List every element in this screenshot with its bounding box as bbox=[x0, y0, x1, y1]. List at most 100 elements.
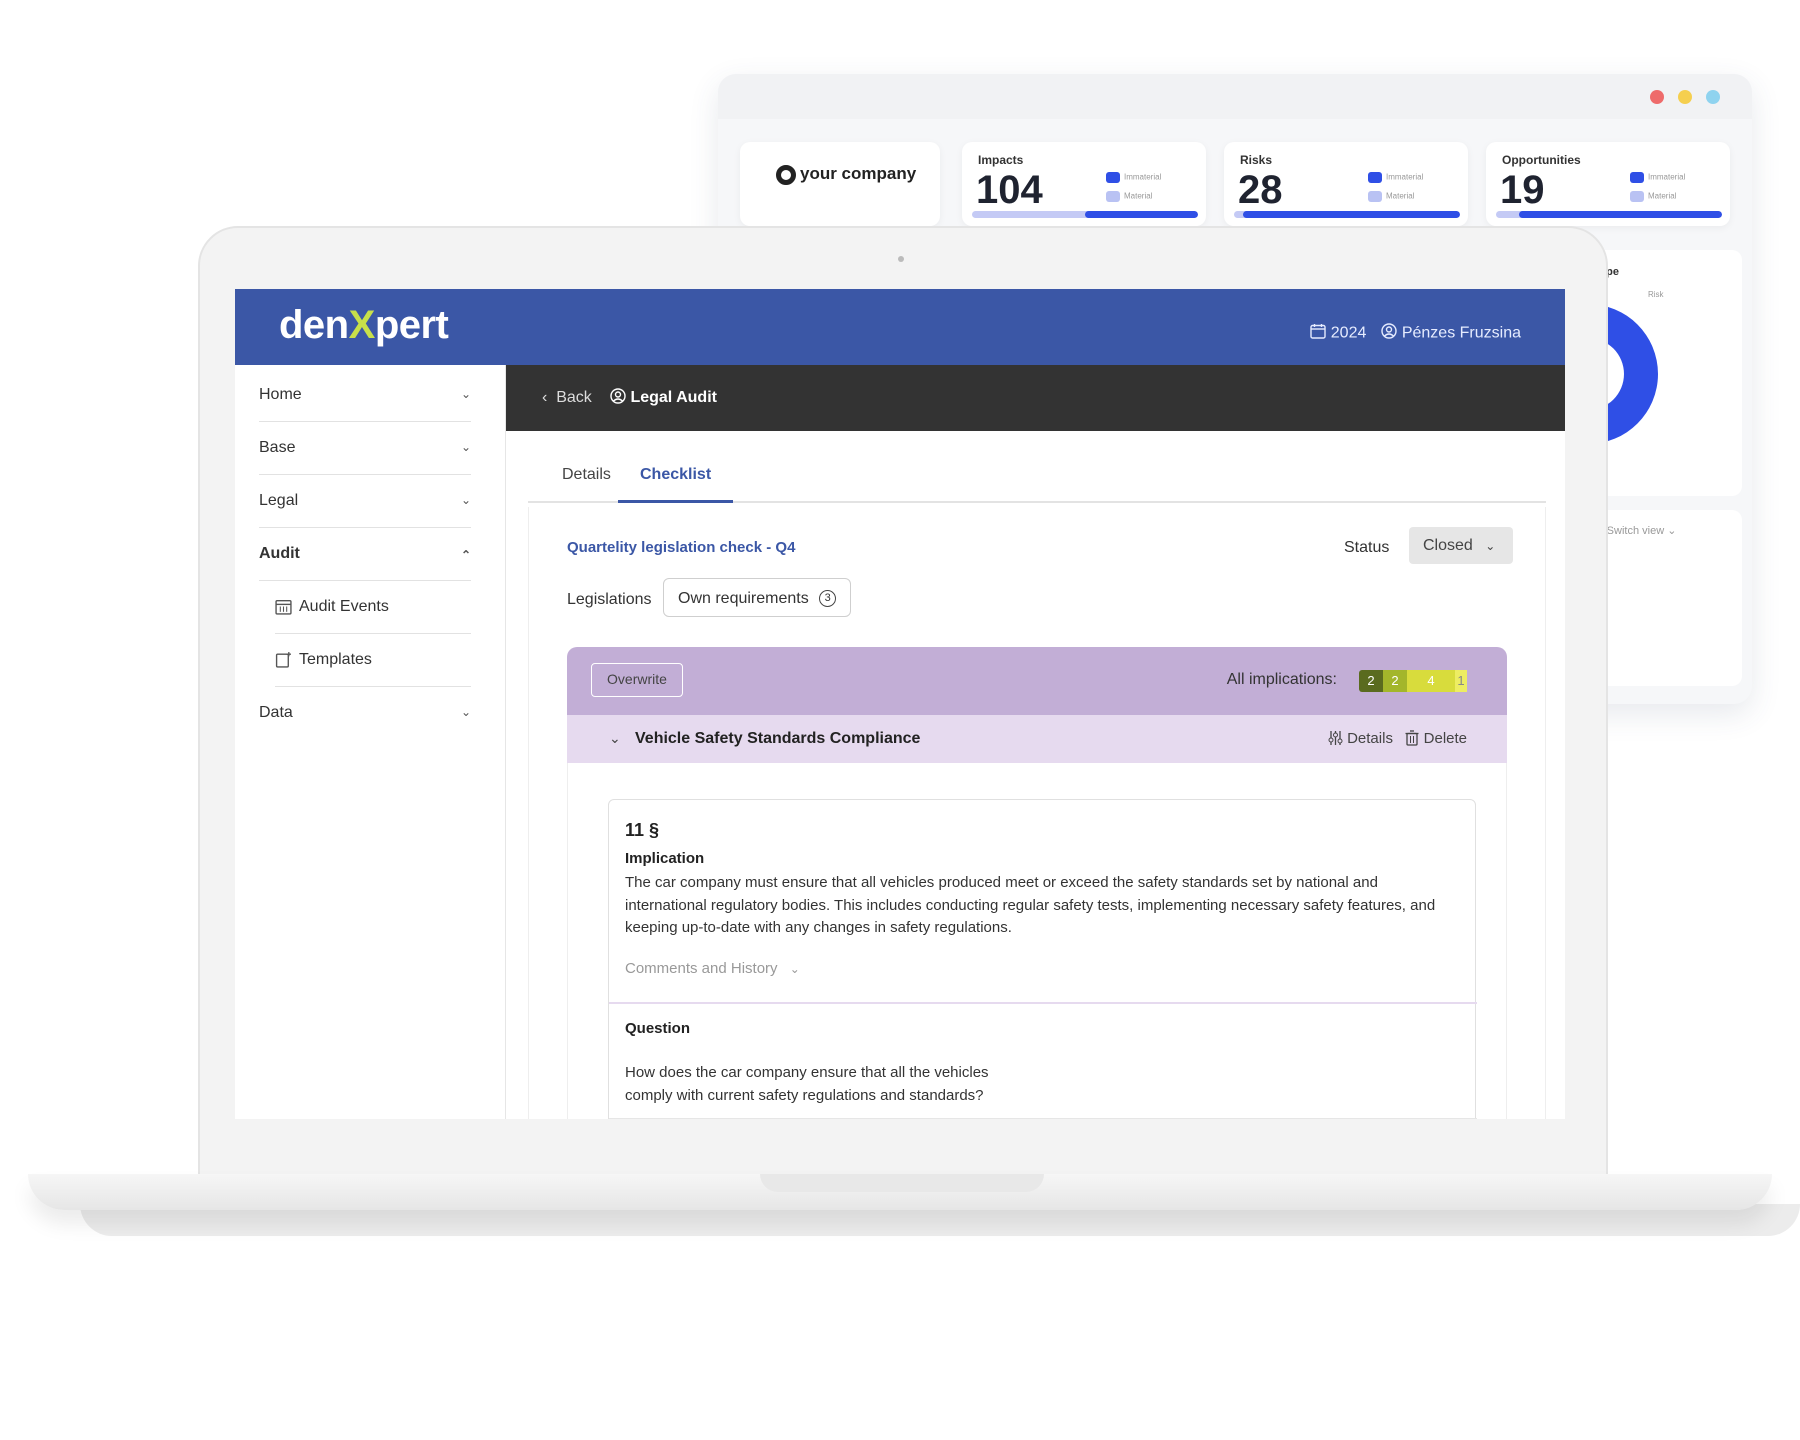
tab-checklist[interactable]: Checklist bbox=[618, 465, 734, 503]
sidebar-item-home[interactable]: Home ⌄ bbox=[259, 369, 471, 422]
user-name[interactable]: Pénzes Fruzsina bbox=[1402, 325, 1521, 342]
checklist-item-title: Vehicle Safety Standards Compliance bbox=[635, 730, 921, 747]
switch-view-label: Switch view bbox=[1606, 525, 1665, 537]
sidebar-item-audit[interactable]: Audit ⌃ bbox=[259, 528, 471, 581]
denxpert-logo[interactable]: denXpert bbox=[279, 303, 449, 348]
impacts-value: 104 bbox=[976, 168, 1043, 212]
sidebar-item-label: Audit bbox=[259, 545, 300, 562]
sidebar-item-label: Data bbox=[259, 704, 293, 721]
calendar-icon bbox=[1310, 323, 1326, 344]
impacts-title: Impacts bbox=[978, 153, 1024, 167]
sidebar-item-data[interactable]: Data ⌄ bbox=[259, 687, 471, 740]
checklist-group-header: Overwrite All implications: 2 2 4 1 bbox=[567, 647, 1507, 715]
delete-button[interactable]: Delete bbox=[1405, 730, 1467, 747]
chevron-down-icon: ⌄ bbox=[460, 493, 471, 507]
brand-suffix: pert bbox=[374, 303, 449, 347]
sidebar-item-base[interactable]: Base ⌄ bbox=[259, 422, 471, 475]
sidebar-item-label: Audit Events bbox=[299, 598, 389, 615]
checklist-item-header[interactable]: ⌄ Vehicle Safety Standards Compliance De… bbox=[567, 715, 1507, 763]
switch-view-card: ◉ Switch view ⌄ bbox=[1588, 510, 1742, 686]
chevron-up-icon: ⌃ bbox=[460, 548, 471, 562]
back-button[interactable]: ‹ Back bbox=[542, 389, 592, 407]
own-requirements-count-badge: 3 bbox=[819, 590, 837, 608]
window-close-dot[interactable] bbox=[1650, 90, 1664, 104]
overwrite-button[interactable]: Overwrite bbox=[591, 663, 683, 697]
chevron-down-icon: ⌄ bbox=[789, 962, 800, 976]
company-logo-icon bbox=[776, 164, 796, 185]
type-chart-card: ype Risk bbox=[1588, 250, 1742, 496]
implication-count: 4 bbox=[1407, 670, 1455, 692]
laptop-camera bbox=[898, 256, 904, 262]
sidebar-item-legal[interactable]: Legal ⌄ bbox=[259, 475, 471, 528]
all-implications-label: All implications: bbox=[1226, 671, 1337, 688]
sidebar: Home ⌄ Base ⌄ Legal ⌄ Audit ⌃ Audit Even… bbox=[235, 365, 506, 1119]
legend-material: Material bbox=[1106, 191, 1152, 202]
delete-label: Delete bbox=[1423, 730, 1467, 747]
page-topbar: ‹ Back Legal Audit bbox=[506, 365, 1565, 431]
impacts-progress-bar bbox=[972, 211, 1198, 218]
risks-progress-bar bbox=[1234, 211, 1460, 218]
window-titlebar bbox=[718, 74, 1752, 119]
sidebar-item-label: Legal bbox=[259, 492, 299, 509]
opportunities-card[interactable]: Opportunities 19 Immaterial Material bbox=[1486, 142, 1730, 226]
comments-history-toggle[interactable]: Comments and History ⌄ bbox=[625, 960, 800, 977]
chevron-left-icon: ‹ bbox=[542, 389, 548, 406]
app-header: denXpert 2024 Pénzes Fruzsina bbox=[235, 289, 1565, 365]
legend-material: Material bbox=[1630, 191, 1676, 202]
company-logo-text: your company bbox=[800, 164, 917, 183]
company-logo-card: your company bbox=[740, 142, 940, 226]
year-selector[interactable]: 2024 bbox=[1331, 325, 1367, 342]
risks-card[interactable]: Risks 28 Immaterial Material bbox=[1224, 142, 1468, 226]
sidebar-item-label: Base bbox=[259, 439, 296, 456]
company-logo: your company bbox=[776, 164, 916, 185]
main-content: Details Checklist Quartelity legislation… bbox=[506, 431, 1565, 1119]
user-icon bbox=[1381, 323, 1397, 344]
divider bbox=[609, 1118, 1477, 1119]
section-number: 11 § bbox=[625, 820, 660, 840]
page-title-text: Legal Audit bbox=[630, 389, 717, 406]
details-button[interactable]: Details bbox=[1328, 730, 1397, 747]
tab-bar: Details Checklist bbox=[528, 465, 1546, 503]
own-requirements-tab[interactable]: Own requirements 3 bbox=[663, 578, 851, 617]
brand-prefix: den bbox=[279, 303, 349, 347]
user-circle-icon bbox=[610, 388, 630, 406]
page-title: Legal Audit bbox=[610, 388, 717, 407]
question-heading: Question bbox=[625, 1020, 691, 1037]
item-actions: Details Delete bbox=[1328, 730, 1467, 747]
opportunities-value: 19 bbox=[1500, 168, 1545, 212]
implication-count: 2 bbox=[1383, 670, 1407, 692]
implications-bar: 2 2 4 1 bbox=[1359, 670, 1487, 692]
opportunities-progress-bar bbox=[1496, 211, 1722, 218]
back-label: Back bbox=[556, 389, 592, 406]
chevron-down-icon: ⌄ bbox=[460, 440, 471, 454]
sliders-icon bbox=[1328, 730, 1347, 747]
template-icon bbox=[275, 651, 292, 673]
chevron-down-icon: ⌄ bbox=[460, 387, 471, 401]
status-label: Status bbox=[1344, 539, 1390, 556]
divider bbox=[609, 1002, 1477, 1004]
legend-immaterial: Immaterial bbox=[1630, 172, 1685, 183]
question-text: How does the car company ensure that all… bbox=[625, 1064, 989, 1104]
chevron-down-icon[interactable]: ⌄ bbox=[609, 730, 621, 747]
comments-label: Comments and History bbox=[625, 960, 778, 977]
sidebar-item-templates[interactable]: Templates bbox=[275, 634, 471, 687]
status-dropdown[interactable]: Closed ⌄ bbox=[1409, 527, 1513, 564]
legend-immaterial: Immaterial bbox=[1368, 172, 1423, 183]
implication-count: 2 bbox=[1359, 670, 1383, 692]
risks-title: Risks bbox=[1240, 153, 1273, 167]
window-maximize-dot[interactable] bbox=[1706, 90, 1720, 104]
app-screen: denXpert 2024 Pénzes Fruzsina Home ⌄ Bas… bbox=[235, 289, 1565, 1119]
legend-material: Material bbox=[1368, 191, 1414, 202]
sidebar-item-audit-events[interactable]: Audit Events bbox=[275, 581, 471, 634]
chevron-down-icon: ⌄ bbox=[1485, 539, 1496, 553]
impacts-card[interactable]: Impacts 104 Immaterial Material bbox=[962, 142, 1206, 226]
checklist-item-body: 11 § Implication The car company must en… bbox=[567, 763, 1507, 1119]
implication-count: 1 bbox=[1455, 670, 1467, 692]
legislations-tab[interactable]: Legislations bbox=[567, 591, 652, 609]
audit-title-link[interactable]: Quartelity legislation check - Q4 bbox=[567, 539, 795, 556]
laptop-notch bbox=[760, 1174, 1044, 1192]
window-minimize-dot[interactable] bbox=[1678, 90, 1692, 104]
checklist-panel: Quartelity legislation check - Q4 Status… bbox=[528, 507, 1546, 1119]
status-value: Closed bbox=[1423, 537, 1473, 554]
chevron-down-icon: ⌄ bbox=[1667, 525, 1677, 537]
